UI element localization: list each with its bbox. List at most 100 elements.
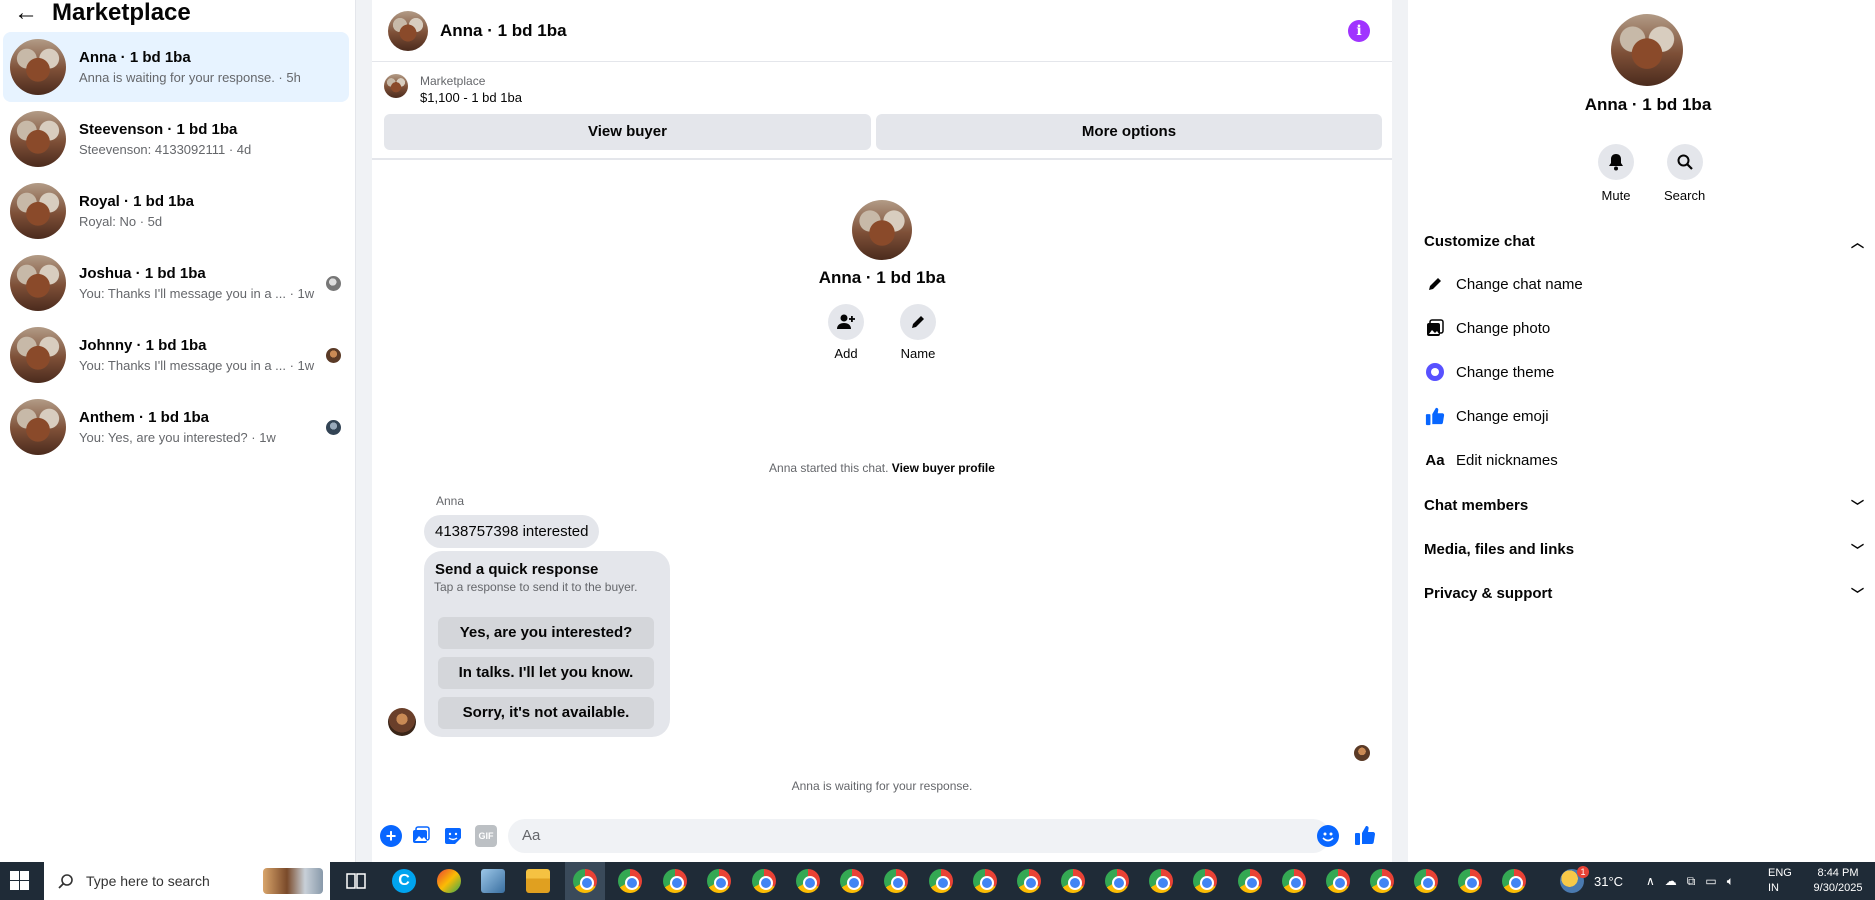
back-arrow-icon[interactable]: ← bbox=[14, 1, 38, 25]
windows-start-icon[interactable] bbox=[10, 871, 30, 891]
clock[interactable]: 8:44 PM 9/30/2025 bbox=[1805, 862, 1871, 900]
chrome-icon[interactable] bbox=[1238, 869, 1262, 893]
chevron-up-icon[interactable]: ∧ bbox=[1646, 874, 1655, 888]
tray-app-icon[interactable]: ⧉ bbox=[1687, 874, 1696, 889]
quick-response-button[interactable]: Yes, are you interested? bbox=[438, 617, 654, 649]
more-options-button[interactable]: More options bbox=[876, 114, 1382, 150]
chrome-icon[interactable] bbox=[1193, 869, 1217, 893]
conversation-name: Royal · 1 bd 1ba bbox=[79, 193, 195, 210]
chrome-icon[interactable] bbox=[1105, 869, 1129, 893]
language-indicator[interactable]: ENG IN bbox=[1768, 862, 1792, 900]
plus-icon[interactable]: + bbox=[380, 825, 402, 847]
chrome-icon[interactable] bbox=[663, 869, 687, 893]
chrome-icon[interactable] bbox=[1370, 869, 1394, 893]
chrome-icon[interactable] bbox=[884, 869, 908, 893]
conversation-item-joshua[interactable]: Joshua · 1 bd 1ba You: Thanks I'll messa… bbox=[3, 248, 349, 318]
emoji-icon[interactable] bbox=[1317, 825, 1339, 847]
name-button[interactable]: Name bbox=[900, 304, 936, 361]
search-button[interactable]: Search bbox=[1664, 144, 1705, 203]
chrome-icon[interactable] bbox=[929, 869, 953, 893]
bell-icon bbox=[1598, 144, 1634, 180]
item-label: Change theme bbox=[1456, 363, 1555, 381]
chrome-icon[interactable] bbox=[1326, 869, 1350, 893]
conversation-name: Joshua · 1 bd 1ba bbox=[79, 265, 206, 282]
chrome-icon[interactable] bbox=[1017, 869, 1041, 893]
chrome-icon[interactable] bbox=[1282, 869, 1306, 893]
item-label: Change photo bbox=[1456, 319, 1551, 337]
chrome-icon[interactable] bbox=[707, 869, 731, 893]
customize-chat-section[interactable]: Customize chat ︿ bbox=[1424, 226, 1864, 256]
mute-button[interactable]: Mute bbox=[1598, 144, 1634, 203]
chat-avatar[interactable] bbox=[388, 10, 428, 51]
app-icon[interactable]: C bbox=[392, 869, 416, 893]
chat-members-section[interactable]: Chat members ﹀ bbox=[1424, 490, 1864, 520]
marketplace-listing-bar: Marketplace $1,100 - 1 bd 1ba View buyer… bbox=[372, 62, 1392, 160]
change-photo-item[interactable]: Change photo bbox=[1424, 312, 1864, 344]
conversation-item-anthem[interactable]: Anthem · 1 bd 1ba You: Yes, are you inte… bbox=[3, 392, 349, 462]
conversation-item-steevenson[interactable]: Steevenson · 1 bd 1ba Steevenson: 413309… bbox=[3, 104, 349, 174]
task-view-icon[interactable] bbox=[344, 869, 368, 893]
details-name: Anna · 1 bd 1ba bbox=[1584, 95, 1712, 114]
windows-taskbar: Type here to search C 1 31°C ∧ ☁ ⧉ ▭ 🔈︎ … bbox=[0, 862, 1875, 900]
view-buyer-profile-link[interactable]: View buyer profile bbox=[892, 461, 995, 475]
add-person-button[interactable]: Add bbox=[828, 304, 864, 361]
photo-icon[interactable] bbox=[410, 825, 432, 847]
cloud-icon[interactable]: ☁ bbox=[1665, 874, 1677, 888]
avatar bbox=[10, 183, 66, 239]
info-icon[interactable]: i bbox=[1348, 20, 1370, 42]
customize-chat-label: Customize chat bbox=[1424, 232, 1535, 250]
conversation-item-royal[interactable]: Royal · 1 bd 1ba Royal: No · 5d bbox=[3, 176, 349, 246]
conversation-preview: Steevenson: 4133092111 · 4d bbox=[79, 142, 252, 157]
conversation-item-johnny[interactable]: Johnny · 1 bd 1ba You: Thanks I'll messa… bbox=[3, 320, 349, 390]
temperature[interactable]: 31°C bbox=[1594, 862, 1623, 900]
app-icon[interactable] bbox=[481, 869, 505, 893]
volume-icon[interactable]: 🔈︎ bbox=[1727, 874, 1734, 889]
message-input[interactable]: Aa bbox=[508, 819, 1330, 853]
listing-title[interactable]: $1,100 - 1 bd 1ba bbox=[420, 90, 522, 105]
chrome-icon[interactable] bbox=[618, 869, 642, 893]
message-bubble[interactable]: 4138757398 interested bbox=[424, 515, 600, 548]
conversation-preview: Royal: No · 5d bbox=[79, 214, 163, 229]
thumbs-up-icon bbox=[1424, 405, 1446, 427]
chat-title[interactable]: Anna · 1 bd 1ba bbox=[440, 21, 567, 41]
details-avatar[interactable] bbox=[1611, 14, 1683, 86]
chevron-down-icon: ﹀ bbox=[1850, 498, 1864, 514]
sticker-icon[interactable] bbox=[442, 825, 464, 847]
taskbar-search-placeholder: Type here to search bbox=[86, 873, 210, 889]
media-label: Media, files and links bbox=[1424, 540, 1575, 558]
change-chat-name-item[interactable]: Change chat name bbox=[1424, 268, 1864, 300]
quick-response-button[interactable]: In talks. I'll let you know. bbox=[438, 657, 654, 689]
chrome-icon[interactable] bbox=[1414, 869, 1438, 893]
gif-icon[interactable]: GIF bbox=[475, 825, 497, 847]
chrome-icon[interactable] bbox=[752, 869, 776, 893]
chrome-icon[interactable] bbox=[1502, 869, 1526, 893]
network-icon[interactable]: ▭ bbox=[1705, 874, 1716, 888]
chrome-icon[interactable] bbox=[840, 869, 864, 893]
chat-started-notice: Anna started this chat. View buyer profi… bbox=[372, 461, 1392, 475]
privacy-support-section[interactable]: Privacy & support ﹀ bbox=[1424, 578, 1864, 608]
view-buyer-button[interactable]: View buyer bbox=[384, 114, 871, 150]
chevron-down-icon: ﹀ bbox=[1850, 542, 1864, 558]
chat-details-panel: Anna · 1 bd 1ba Mute Search Customize ch… bbox=[1408, 0, 1875, 862]
chrome-icon[interactable] bbox=[1458, 869, 1482, 893]
language-code: ENG bbox=[1768, 867, 1792, 879]
change-emoji-item[interactable]: Change emoji bbox=[1424, 400, 1864, 432]
sidebar-title: Marketplace bbox=[52, 0, 191, 26]
region-code: IN bbox=[1768, 882, 1779, 894]
conversation-preview: Anna is waiting for your response. · 5h bbox=[79, 70, 301, 85]
chrome-icon[interactable] bbox=[1061, 869, 1085, 893]
app-icon[interactable] bbox=[437, 869, 461, 893]
edit-nicknames-item[interactable]: Aa Edit nicknames bbox=[1424, 444, 1864, 476]
quick-response-button[interactable]: Sorry, it's not available. bbox=[438, 697, 654, 729]
media-files-links-section[interactable]: Media, files and links ﹀ bbox=[1424, 534, 1864, 564]
conversation-item-anna[interactable]: Anna · 1 bd 1ba Anna is waiting for your… bbox=[3, 32, 349, 102]
change-theme-item[interactable]: Change theme bbox=[1424, 356, 1864, 388]
thumbs-up-icon[interactable] bbox=[1354, 824, 1376, 852]
file-explorer-icon[interactable] bbox=[526, 869, 550, 893]
chrome-icon[interactable] bbox=[1149, 869, 1173, 893]
chrome-icon[interactable] bbox=[973, 869, 997, 893]
chrome-icon[interactable] bbox=[796, 869, 820, 893]
chrome-icon[interactable] bbox=[573, 869, 597, 893]
conversation-name: Johnny · 1 bd 1ba bbox=[79, 337, 207, 354]
system-tray-icons: ∧ ☁ ⧉ ▭ 🔈︎ bbox=[1646, 862, 1734, 900]
